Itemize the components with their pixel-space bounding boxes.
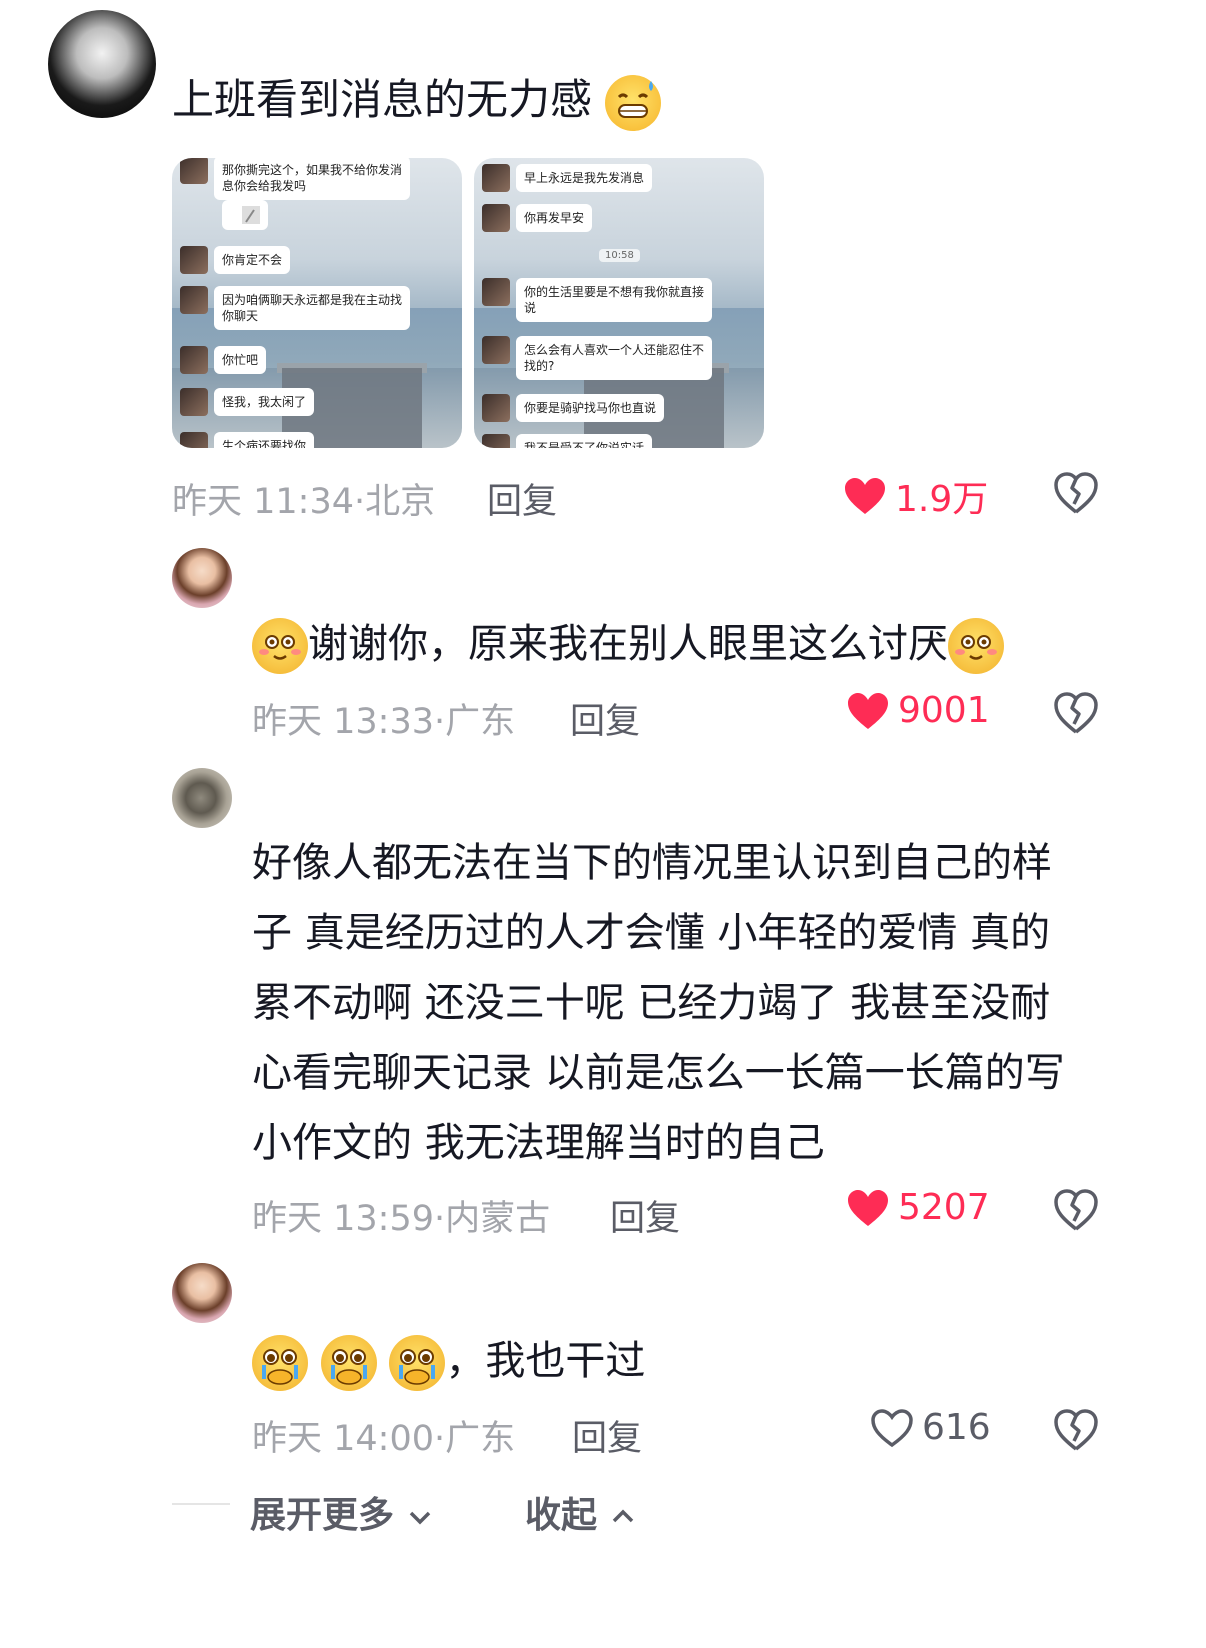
avatar[interactable] xyxy=(172,768,232,828)
mini-avatar xyxy=(180,246,208,274)
sweat-grin-emoji-icon xyxy=(605,74,662,131)
comment-meta: 昨天 14:00·广东 xyxy=(252,1419,516,1459)
chat-bubble: 你忙吧 xyxy=(214,346,267,374)
comment-text: 好像人都无法在当下的情况里认识到自己的样 子 真是经历过的人才会懂 小年轻的爱情… xyxy=(252,840,1065,1166)
like-button[interactable]: 616 xyxy=(870,1407,991,1448)
like-count: 9001 xyxy=(898,690,990,731)
mini-avatar xyxy=(180,432,208,448)
avatar[interactable] xyxy=(172,1263,232,1323)
chat-bubble: 生个病还要找你 xyxy=(214,432,315,448)
comment-meta: 昨天 11:34·北京 xyxy=(172,482,436,522)
heart-filled-icon xyxy=(848,692,888,729)
chat-bubble: 我不是受不了你说实话 xyxy=(516,434,653,448)
mini-avatar xyxy=(482,336,510,364)
heart-outline-icon xyxy=(871,1408,913,1447)
dislike-broken-heart-icon[interactable] xyxy=(1052,1407,1100,1453)
image-bubble xyxy=(222,200,268,230)
comment-location: 北京 xyxy=(365,482,436,522)
dislike-broken-heart-icon[interactable] xyxy=(1052,470,1100,516)
divider-line xyxy=(172,1503,230,1505)
like-count: 616 xyxy=(922,1407,991,1448)
chat-bubble: 那你撕完这个，如果我不给你发消息你会给我发吗 xyxy=(214,158,410,200)
chevron-down-icon xyxy=(409,1511,430,1525)
chat-screenshot-image[interactable]: 那你撕完这个，如果我不给你发消息你会给我发吗 你肯定不会 因为咱俩聊天永远都是我… xyxy=(172,158,462,448)
comment-time: 昨天 13:33 xyxy=(252,702,434,742)
mini-avatar xyxy=(482,204,510,232)
like-button[interactable]: 9001 xyxy=(846,690,990,731)
reply-button[interactable]: 回复 xyxy=(610,1190,680,1241)
comment-location: 广东 xyxy=(445,702,516,742)
comment-text: ，我也干过 xyxy=(252,1325,645,1397)
pleading-tears-emoji-icon xyxy=(252,1335,308,1391)
blush-smile-emoji-icon xyxy=(948,618,1004,674)
chat-bubble: 怪我，我太闲了 xyxy=(214,388,315,416)
collapse-button[interactable]: 收起 xyxy=(525,1486,636,1538)
comment-location: 内蒙古 xyxy=(445,1199,551,1239)
chat-bubble: 怎么会有人喜欢一个人还能忍住不找的? xyxy=(516,336,712,380)
mini-avatar xyxy=(482,394,510,422)
chat-screenshot-image[interactable]: 早上永远是我先发消息 你再发早安 10:58 你的生活里要是不想有我你就直接说 … xyxy=(474,158,764,448)
comment-time: 昨天 14:00 xyxy=(252,1419,434,1459)
chevron-up-icon xyxy=(612,1509,633,1523)
mini-avatar xyxy=(180,158,208,184)
comment-text: 上班看到消息的无力感 xyxy=(172,64,662,136)
comment-meta: 昨天 13:33·广东 xyxy=(252,702,516,742)
heart-filled-icon xyxy=(848,1189,888,1226)
heart-filled-icon xyxy=(845,478,885,514)
avatar[interactable] xyxy=(172,548,232,608)
expand-more-button[interactable]: 展开更多 xyxy=(250,1486,433,1538)
chat-bubble: 你要是骑驴找马你也直说 xyxy=(516,394,665,422)
mini-avatar xyxy=(482,434,510,448)
mini-avatar xyxy=(180,346,208,374)
comment-time: 昨天 13:59 xyxy=(252,1199,434,1239)
chat-time-pill: 10:58 xyxy=(599,249,640,262)
comment-text: 谢谢你，原来我在别人眼里这么讨厌 xyxy=(252,608,1004,680)
chat-bubble: 你的生活里要是不想有我你就直接说 xyxy=(516,278,712,322)
mini-avatar xyxy=(482,278,510,306)
like-button[interactable]: 5207 xyxy=(846,1187,990,1228)
blush-smile-emoji-icon xyxy=(252,618,308,674)
pleading-tears-emoji-icon xyxy=(389,1335,446,1391)
mini-avatar xyxy=(180,388,208,416)
avatar[interactable] xyxy=(48,10,156,118)
chat-bubble: 早上永远是我先发消息 xyxy=(516,164,653,192)
chat-bubble: 因为咱俩聊天永远都是我在主动找你聊天 xyxy=(214,286,410,330)
mini-avatar xyxy=(482,164,510,192)
comment-location: 广东 xyxy=(445,1419,516,1459)
like-button[interactable]: 1.9万 xyxy=(843,470,988,522)
reply-button[interactable]: 回复 xyxy=(570,693,640,744)
comment-meta: 昨天 13:59·内蒙古 xyxy=(252,1199,551,1239)
comment-time: 昨天 11:34 xyxy=(172,482,354,522)
chat-bubble: 你肯定不会 xyxy=(214,246,291,274)
like-count: 5207 xyxy=(898,1187,990,1228)
pleading-tears-emoji-icon xyxy=(320,1335,377,1391)
reply-button[interactable]: 回复 xyxy=(572,1410,642,1461)
chat-bubble: 你再发早安 xyxy=(516,204,593,232)
dislike-broken-heart-icon[interactable] xyxy=(1052,1187,1100,1233)
like-count: 1.9万 xyxy=(895,479,989,520)
dislike-broken-heart-icon[interactable] xyxy=(1052,690,1100,736)
reply-button[interactable]: 回复 xyxy=(487,473,557,524)
mini-avatar xyxy=(180,286,208,314)
